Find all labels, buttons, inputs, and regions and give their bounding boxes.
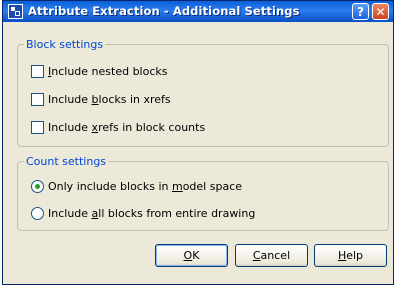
checkbox-box[interactable] bbox=[31, 64, 44, 78]
dialog-window: Attribute Extraction - Additional Settin… bbox=[2, 0, 394, 285]
option-label: Include nested blocks bbox=[48, 64, 168, 78]
count-settings-legend: Count settings bbox=[26, 155, 107, 168]
close-icon[interactable]: ✕ bbox=[372, 3, 389, 20]
help-question-icon[interactable]: ? bbox=[352, 3, 369, 20]
option-label: Include xrefs in block counts bbox=[48, 120, 206, 134]
option-label: Only include blocks in model space bbox=[48, 179, 243, 193]
help-button[interactable]: Help bbox=[314, 244, 387, 267]
cancel-button[interactable]: Cancel bbox=[235, 244, 308, 267]
checkbox-box[interactable] bbox=[31, 92, 44, 106]
checkbox-box[interactable] bbox=[31, 120, 44, 134]
model-space-only-radio[interactable]: Only include blocks in model space bbox=[31, 178, 242, 194]
include-blocks-in-xrefs-checkbox[interactable]: Include blocks in xrefs bbox=[31, 91, 171, 107]
ok-button[interactable]: OK bbox=[155, 244, 228, 267]
entire-drawing-radio[interactable]: Include all blocks from entire drawing bbox=[31, 205, 255, 221]
option-label: Include blocks in xrefs bbox=[48, 92, 171, 106]
app-icon bbox=[8, 4, 23, 19]
title-bar[interactable]: Attribute Extraction - Additional Settin… bbox=[3, 1, 393, 22]
block-settings-legend: Block settings bbox=[26, 38, 104, 51]
option-label: Include all blocks from entire drawing bbox=[48, 206, 256, 220]
window-title: Attribute Extraction - Additional Settin… bbox=[28, 4, 300, 18]
include-xrefs-in-block-counts-checkbox[interactable]: Include xrefs in block counts bbox=[31, 119, 205, 135]
radio-button[interactable] bbox=[31, 206, 44, 220]
radio-button-selected[interactable] bbox=[31, 179, 44, 193]
include-nested-blocks-checkbox[interactable]: Include nested blocks bbox=[31, 63, 168, 79]
